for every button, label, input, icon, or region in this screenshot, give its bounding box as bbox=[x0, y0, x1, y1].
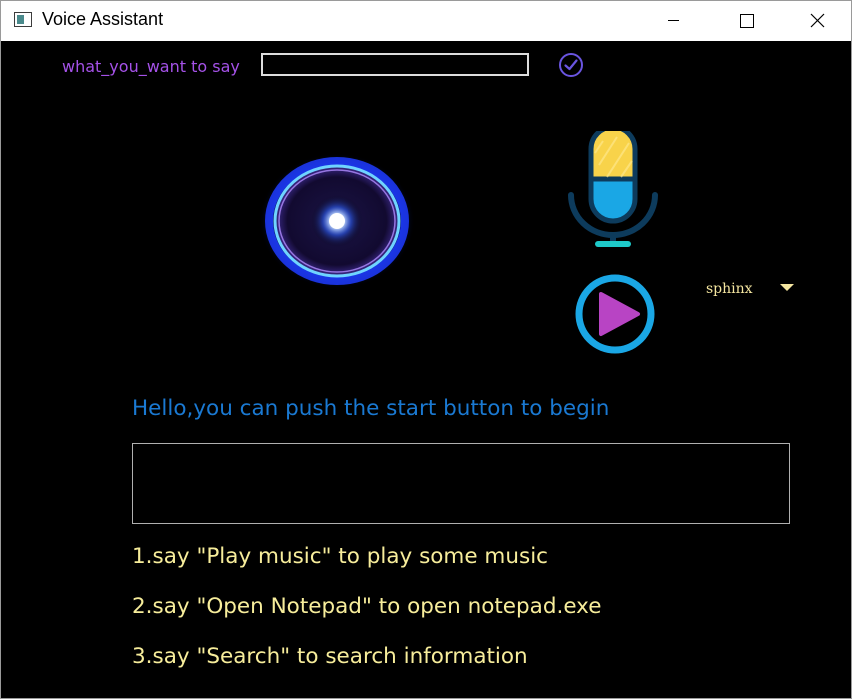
say-label: what_you_want to say bbox=[62, 57, 240, 76]
instruction-item: 1.say "Play music" to play some music bbox=[132, 544, 548, 569]
maximize-button[interactable] bbox=[723, 1, 769, 41]
close-icon bbox=[810, 13, 825, 28]
glowing-orb-icon bbox=[259, 153, 415, 289]
window-title: Voice Assistant bbox=[42, 9, 164, 29]
engine-dropdown[interactable]: sphinx bbox=[705, 279, 801, 301]
engine-selected-value: sphinx bbox=[706, 281, 753, 297]
greeting-text: Hello,you can push the start button to b… bbox=[132, 396, 610, 421]
minimize-button[interactable] bbox=[651, 1, 697, 41]
recognition-output-box bbox=[132, 443, 790, 524]
instruction-item: 3.say "Search" to search information bbox=[132, 644, 528, 669]
close-button[interactable] bbox=[795, 1, 841, 41]
say-input[interactable] bbox=[261, 53, 529, 76]
minimize-icon bbox=[668, 20, 679, 21]
check-circle-icon[interactable] bbox=[558, 52, 584, 78]
title-bar[interactable]: Voice Assistant bbox=[1, 1, 851, 41]
instruction-item: 2.say "Open Notepad" to open notepad.exe bbox=[132, 594, 602, 619]
microphone-icon[interactable] bbox=[561, 131, 665, 255]
app-window-icon bbox=[14, 12, 32, 27]
main-content: what_you_want to say sphinx Hello,you ca… bbox=[1, 41, 851, 698]
app-window: Voice Assistant what_you_want to say sph… bbox=[0, 0, 852, 699]
chevron-down-icon bbox=[780, 284, 794, 291]
maximize-icon bbox=[740, 14, 754, 28]
play-circle-icon[interactable] bbox=[572, 271, 658, 357]
